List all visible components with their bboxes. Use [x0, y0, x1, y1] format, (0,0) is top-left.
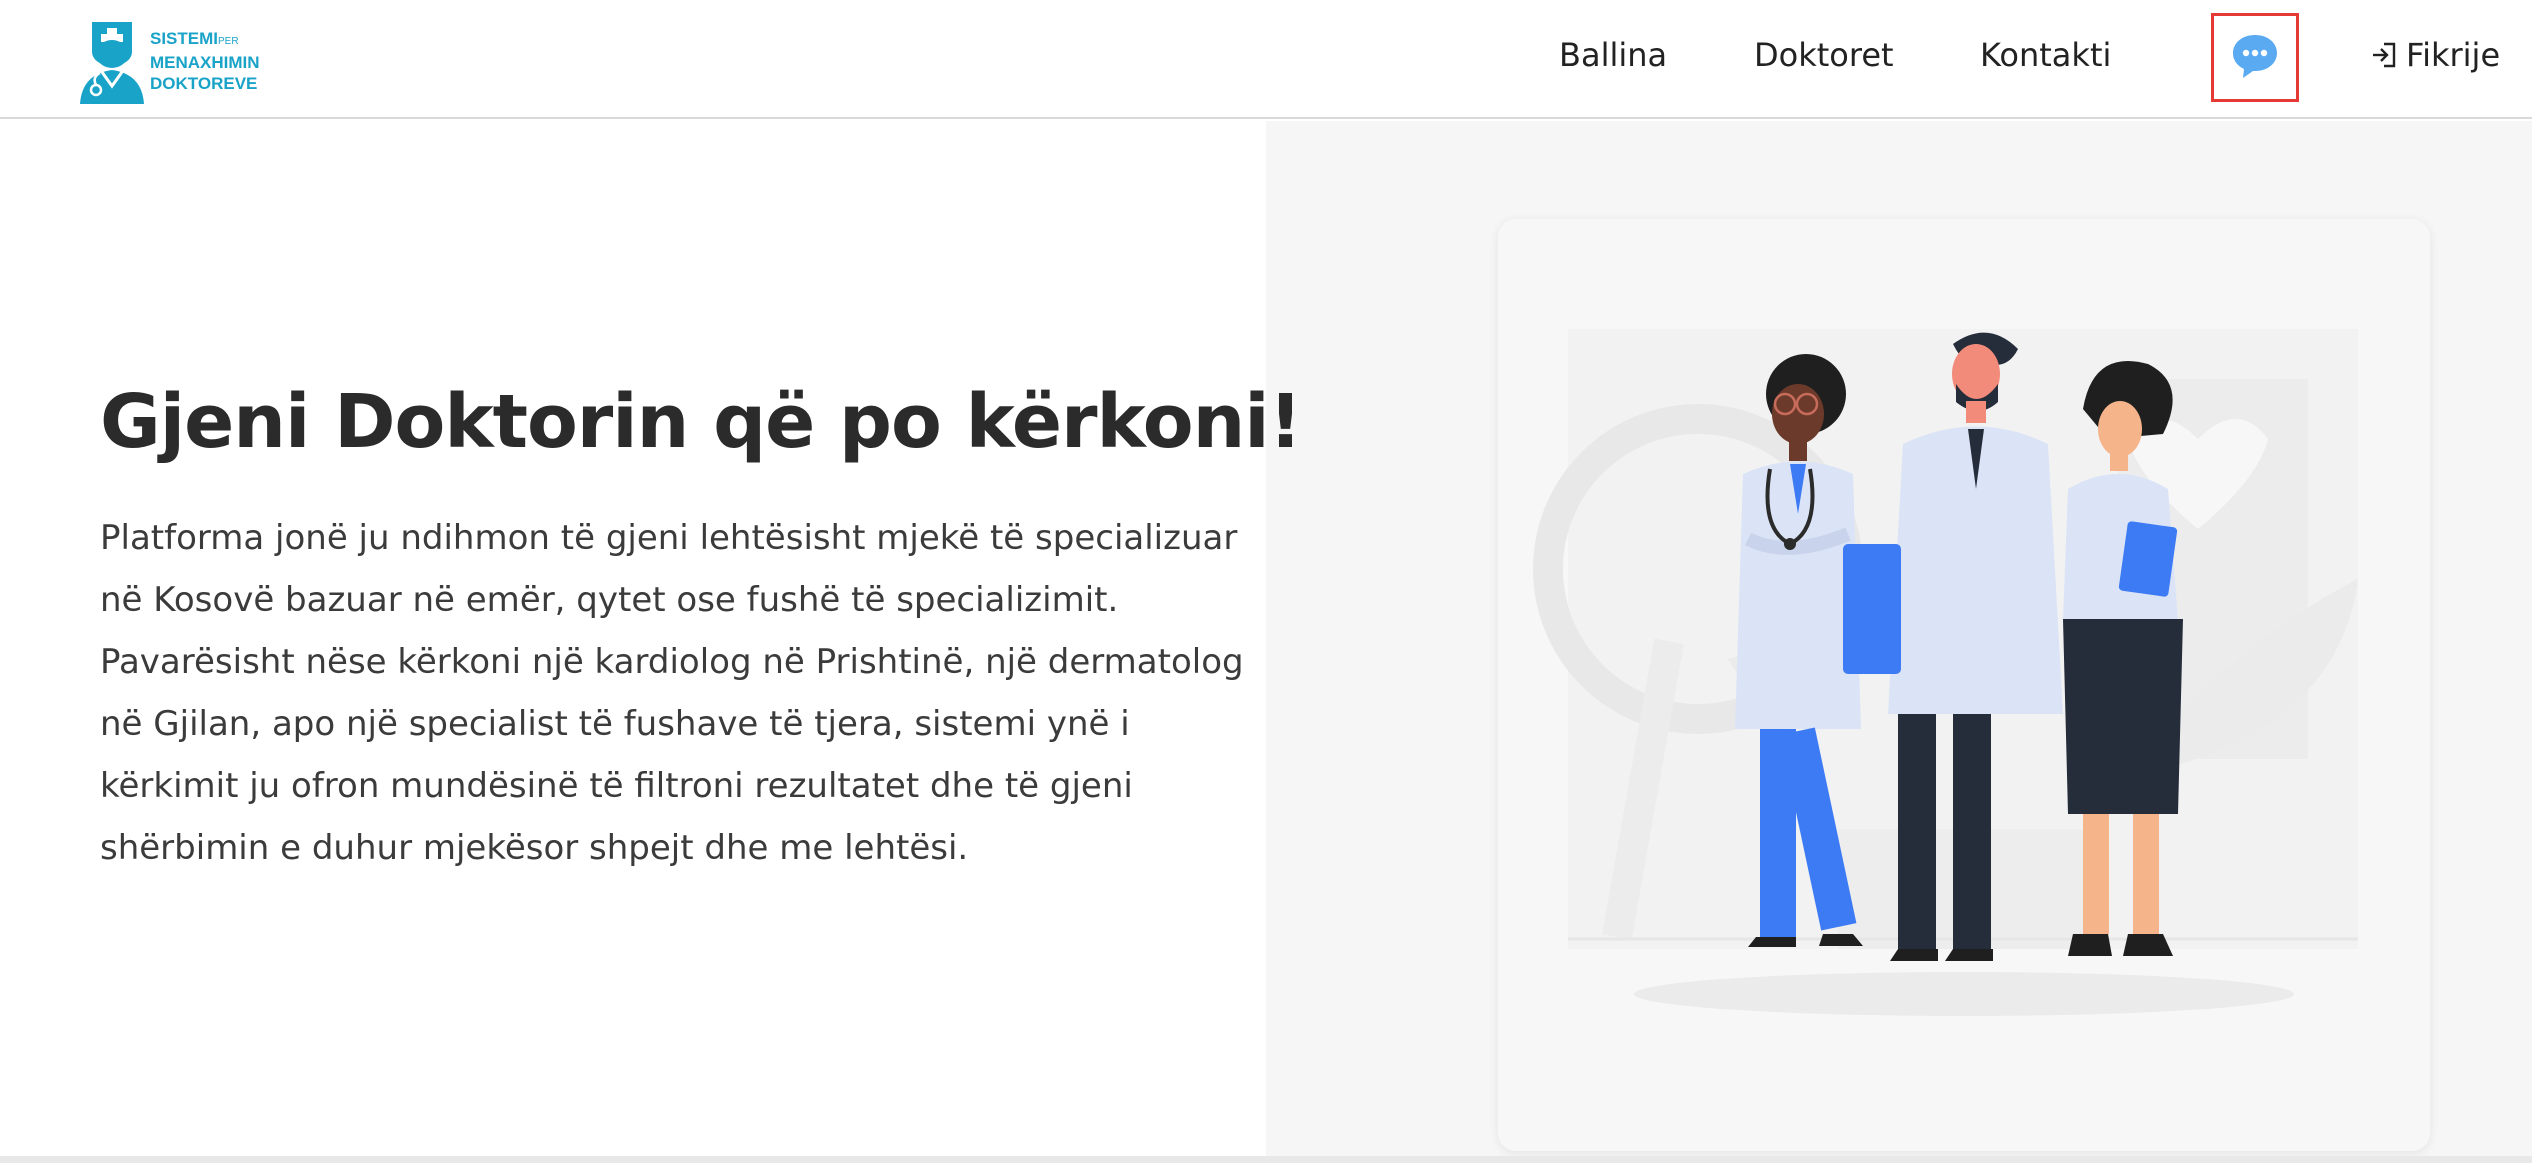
nav-contact-link[interactable]: Kontakti	[1980, 32, 2111, 78]
hero-paragraph: Platforma jonë ju ndihmon të gjeni lehtë…	[100, 518, 1244, 868]
logout-link[interactable]: Fikrije	[2370, 32, 2500, 78]
sign-out-icon	[2370, 41, 2398, 69]
logo-text: SISTEMIPER MENAXHIMIN DOKTOREVE	[150, 28, 260, 94]
logout-label: Fikrije	[2406, 36, 2501, 74]
logo-line-2: MENAXHIMIN	[150, 53, 260, 72]
site-logo[interactable]: SISTEMIPER MENAXHIMIN DOKTOREVE	[76, 16, 260, 106]
top-navbar: SISTEMIPER MENAXHIMIN DOKTOREVE Ballina …	[0, 0, 2532, 119]
chat-button[interactable]	[2211, 13, 2299, 102]
doctors-illustration	[1498, 219, 2430, 1151]
bottom-edge	[0, 1156, 2532, 1163]
chat-bubble-icon	[2230, 31, 2280, 85]
nav-home-link[interactable]: Ballina	[1559, 32, 1667, 78]
doctor-logo-icon	[76, 18, 148, 110]
logo-line-3: DOKTOREVE	[150, 74, 258, 93]
nav-doctors-link[interactable]: Doktoret	[1754, 32, 1894, 78]
logo-line-1: SISTEMI	[150, 29, 219, 48]
doctors-illustration-card	[1498, 219, 2430, 1151]
hero-title: Gjeni Doktorin që po kërkoni!	[100, 379, 1302, 465]
logo-line-1-small: PER	[218, 36, 239, 47]
